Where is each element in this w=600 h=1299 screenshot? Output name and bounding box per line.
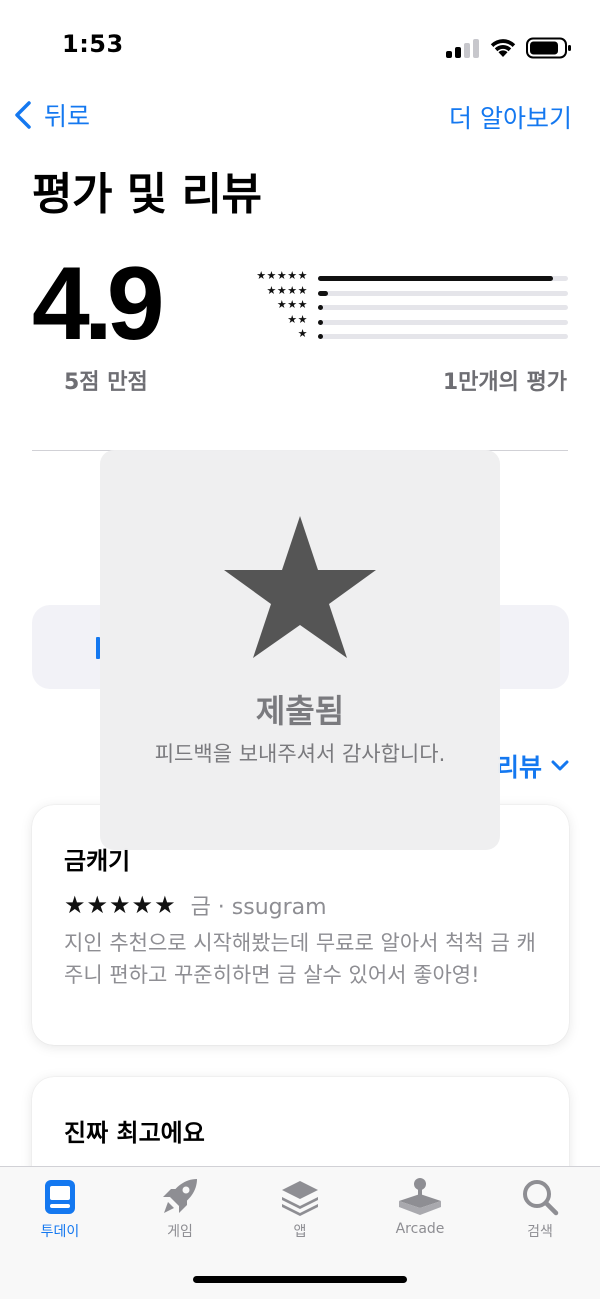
page-title: 평가 및 리뷰 [32, 169, 262, 220]
histogram-row: ★ [236, 327, 570, 345]
rocket-icon [163, 1179, 197, 1213]
rating-count: 1만개의 평가 [442, 370, 567, 395]
histogram-fill [318, 334, 323, 339]
histogram-fill [318, 305, 323, 310]
joystick-icon [399, 1178, 441, 1215]
submitted-overlay: 제출됨 피드백을 보내주셔서 감사합니다. [100, 450, 500, 850]
back-button[interactable]: 뒤로 [14, 97, 90, 133]
sort-reviews-button[interactable]: 리뷰 [496, 748, 570, 784]
histogram-stars: ★★★ [276, 298, 308, 311]
chevron-down-icon [551, 760, 569, 771]
status-bar: 1:53 [0, 0, 600, 95]
tab-label: 검색 [527, 1224, 553, 1240]
tab-label: 투데이 [40, 1224, 80, 1240]
today-icon [45, 1180, 75, 1214]
search-icon [523, 1180, 559, 1216]
review-meta: ★★★★★ 금 · ssugram [64, 889, 327, 921]
tab-today[interactable]: 투데이 [0, 1177, 120, 1247]
histogram-track [318, 276, 568, 281]
review-title: 진짜 최고에요 [64, 1119, 205, 1147]
battery-icon [526, 37, 571, 59]
histogram-track [318, 305, 568, 310]
tab-label: 게임 [167, 1224, 193, 1240]
status-time: 1:53 [62, 30, 124, 58]
histogram-stars: ★ [297, 327, 308, 340]
histogram-stars: ★★ [287, 312, 308, 326]
histogram-track [318, 290, 568, 296]
review-author: 금 · ssugram [190, 895, 327, 920]
histogram-fill [318, 290, 328, 296]
tab-games[interactable]: 게임 [120, 1177, 240, 1247]
review-stars: ★★★★★ [64, 891, 177, 919]
overlay-title: 제출됨 [255, 692, 345, 730]
histogram-stars: ★★★★ [266, 283, 308, 297]
layers-icon [282, 1181, 318, 1216]
navigation-bar: 뒤로 더 알아보기 [0, 95, 600, 145]
tab-label: Arcade [395, 1221, 445, 1237]
wifi-icon [490, 39, 516, 57]
histogram-fill [318, 319, 323, 325]
histogram-row: ★★ [236, 312, 570, 331]
average-rating: 4.9 [32, 246, 165, 362]
rating-scale-label: 5점 만점 [64, 370, 148, 395]
cellular-signal-icon [446, 38, 480, 58]
tab-apps[interactable]: 앱 [240, 1177, 360, 1247]
overlay-message: 피드백을 보내주셔서 감사합니다. [154, 742, 446, 766]
chevron-left-icon [15, 101, 31, 129]
rating-histogram: ★★★★★ ★★★★ ★★★ ★★ ★ [236, 269, 570, 345]
learn-more-link[interactable]: 더 알아보기 [449, 99, 572, 135]
tab-label: 앱 [293, 1224, 307, 1240]
tab-arcade[interactable]: Arcade [360, 1177, 480, 1247]
review-body: 지인 추천으로 시작해봤는데 무료로 알아서 척척 금 캐주니 편하고 꾸준히하… [64, 931, 536, 987]
histogram-fill [318, 276, 553, 281]
histogram-track [318, 319, 568, 325]
histogram-stars: ★★★★★ [256, 269, 308, 282]
home-indicator [193, 1276, 407, 1283]
histogram-track [318, 334, 568, 339]
tab-search[interactable]: 검색 [480, 1177, 600, 1247]
star-icon [224, 516, 376, 658]
sort-label: 리뷰 [496, 753, 543, 782]
back-label: 뒤로 [44, 102, 91, 131]
histogram-row: ★★★ [236, 298, 570, 316]
